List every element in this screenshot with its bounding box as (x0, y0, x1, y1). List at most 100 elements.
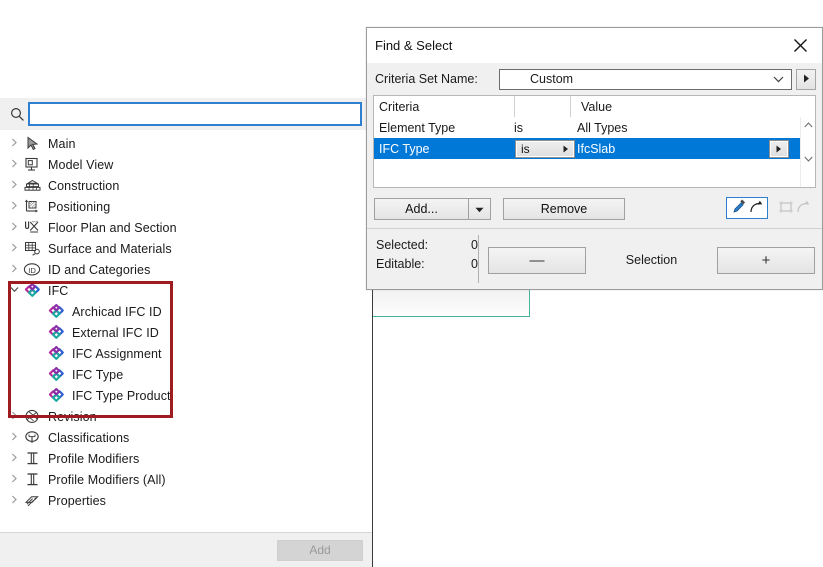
picker-footer: Add (0, 532, 372, 567)
play-triangle-icon (563, 142, 569, 156)
ifc-knot-icon (46, 303, 66, 320)
ifc-knot-icon (48, 387, 64, 402)
ifc-knot-icon (48, 345, 64, 360)
divider (478, 235, 479, 283)
remove-criteria-button[interactable]: Remove (503, 198, 625, 220)
dialog-action-buttons: Add... Remove (367, 192, 822, 226)
criteria-tree-item-ifc[interactable]: IFC (0, 280, 372, 301)
surface-icon (22, 240, 42, 257)
criteria-tree-item-ifc-assignment[interactable]: IFC Assignment (0, 343, 372, 364)
criteria-tree-item-external-ifc-id[interactable]: External IFC ID (0, 322, 372, 343)
dialog-titlebar: Find & Select (367, 28, 822, 63)
criteria-tree-item-label: Positioning (48, 199, 111, 214)
criteria-tree-item-revision[interactable]: Revision (0, 406, 372, 427)
criteria-tree-item-label: Main (48, 136, 76, 151)
operator-value: is (521, 141, 530, 156)
add-criteria-dropdown-button[interactable] (469, 198, 491, 220)
table-row[interactable]: Element Type is All Types (374, 117, 815, 138)
search-input[interactable] (28, 102, 362, 126)
column-header-value: Value (581, 99, 613, 114)
search-icon (6, 103, 28, 125)
ifc-knot-icon (46, 366, 66, 383)
chevron-right-icon[interactable] (6, 159, 22, 171)
criteria-tree-item-label: Model View (48, 157, 114, 172)
cell-operator-select[interactable]: is (514, 139, 575, 158)
criteria-tree-item-label: Profile Modifiers (48, 451, 140, 466)
selection-controls: — Selection + (488, 235, 815, 295)
criteria-tree-item-model-view[interactable]: Model View (0, 154, 372, 175)
table-row[interactable]: IFC Type is IfcSlab (374, 138, 815, 159)
selected-label: Selected: (376, 237, 429, 252)
criteria-tree-item-archicad-ifc-id[interactable]: Archicad IFC ID (0, 301, 372, 322)
chevron-right-icon[interactable] (6, 243, 22, 255)
criteria-tree-item-positioning[interactable]: Positioning (0, 196, 372, 217)
ifc-knot-icon (48, 303, 64, 318)
chevron-down-icon[interactable] (801, 151, 815, 167)
remove-from-selection-button[interactable]: — (488, 247, 586, 274)
classification-tree-icon (22, 429, 42, 446)
criteria-tree-item-ifc-type-product[interactable]: IFC Type Product (0, 385, 372, 406)
criteria-tree-item-properties[interactable]: Properties (0, 490, 372, 511)
close-icon[interactable] (778, 28, 822, 62)
add-criteria-button[interactable]: Add (277, 539, 363, 561)
chevron-right-icon[interactable] (6, 495, 22, 507)
criteria-tree-item-label: ID and Categories (48, 262, 151, 277)
criteria-tree-item-surface-and-materials[interactable]: Surface and Materials (0, 238, 372, 259)
chevron-right-icon[interactable] (6, 432, 22, 444)
parameter-transfer-tools (726, 197, 815, 219)
chevron-right-icon[interactable] (6, 411, 22, 423)
criteria-tree-item-ifc-type[interactable]: IFC Type (0, 364, 372, 385)
selection-status-area: Selected: 0 Editable: 0 — Selection + (367, 229, 822, 295)
ifc-knot-icon (48, 366, 64, 381)
pick-up-parameters-button[interactable] (726, 197, 768, 219)
chevron-right-icon[interactable] (6, 201, 22, 213)
criteria-tree-item-floor-plan-and-section[interactable]: Floor Plan and Section (0, 217, 372, 238)
chevron-right-icon[interactable] (6, 264, 22, 276)
ifc-knot-icon (48, 324, 64, 339)
criteria-table[interactable]: Criteria Value Element Type is All Types… (373, 95, 816, 188)
criteria-tree-item-label: Profile Modifiers (All) (48, 472, 166, 487)
cell-criteria: IFC Type (379, 141, 430, 156)
chevron-right-icon[interactable] (6, 453, 22, 465)
criteria-set-select[interactable]: Custom (499, 68, 792, 90)
layers-icon (22, 177, 42, 194)
chevron-right-icon[interactable] (6, 222, 22, 234)
value-picker-button[interactable] (769, 139, 789, 158)
criteria-tree-item-construction[interactable]: Construction (0, 175, 372, 196)
criteria-set-label: Criteria Set Name: (375, 72, 478, 86)
criteria-tree-item-label: External IFC ID (72, 325, 159, 340)
cell-criteria: Element Type (379, 120, 456, 135)
find-and-select-dialog: Find & Select Criteria Set Name: Custom (366, 27, 823, 290)
criteria-tree-item-classifications[interactable]: Classifications (0, 427, 372, 448)
criteria-tree-item-id-and-categories[interactable]: ID ID and Categories (0, 259, 372, 280)
chevron-up-icon[interactable] (801, 117, 815, 133)
chevron-down-icon[interactable] (6, 285, 22, 296)
arrow-cursor-icon (22, 135, 42, 152)
criteria-tree-item-profile-modifiers-all[interactable]: Profile Modifiers (All) (0, 469, 372, 490)
criteria-tree-item-label: Classifications (48, 430, 130, 445)
criteria-tree-item-main[interactable]: Main (0, 133, 372, 154)
criteria-tree-item-profile-modifiers[interactable]: Profile Modifiers (0, 448, 372, 469)
criteria-picker-panel: Main Model View Construction Positioning… (0, 98, 373, 567)
add-to-selection-button[interactable]: + (717, 247, 815, 274)
criteria-tree-item-label: IFC Assignment (72, 346, 162, 361)
criteria-set-menu-button[interactable] (796, 68, 816, 90)
selection-label: Selection (625, 253, 678, 267)
chevron-right-icon[interactable] (6, 180, 22, 192)
inject-parameters-button[interactable] (773, 197, 815, 219)
column-divider (514, 96, 515, 117)
ifc-knot-icon (24, 282, 40, 297)
chevron-right-icon[interactable] (6, 474, 22, 486)
search-row (0, 98, 372, 130)
criteria-table-scrollbar[interactable] (800, 117, 815, 187)
chevron-down-icon (773, 72, 784, 86)
criteria-tree[interactable]: Main Model View Construction Positioning… (0, 130, 372, 532)
add-criteria-button[interactable]: Add... (374, 198, 469, 220)
chevron-right-icon[interactable] (6, 138, 22, 150)
properties-tag-icon (22, 492, 42, 509)
criteria-tree-item-label: IFC (48, 283, 69, 298)
curved-arrow-icon (796, 200, 810, 217)
cell-operator: is (514, 120, 524, 135)
i-beam-icon (22, 471, 42, 488)
selection-rect-icon (778, 199, 794, 218)
